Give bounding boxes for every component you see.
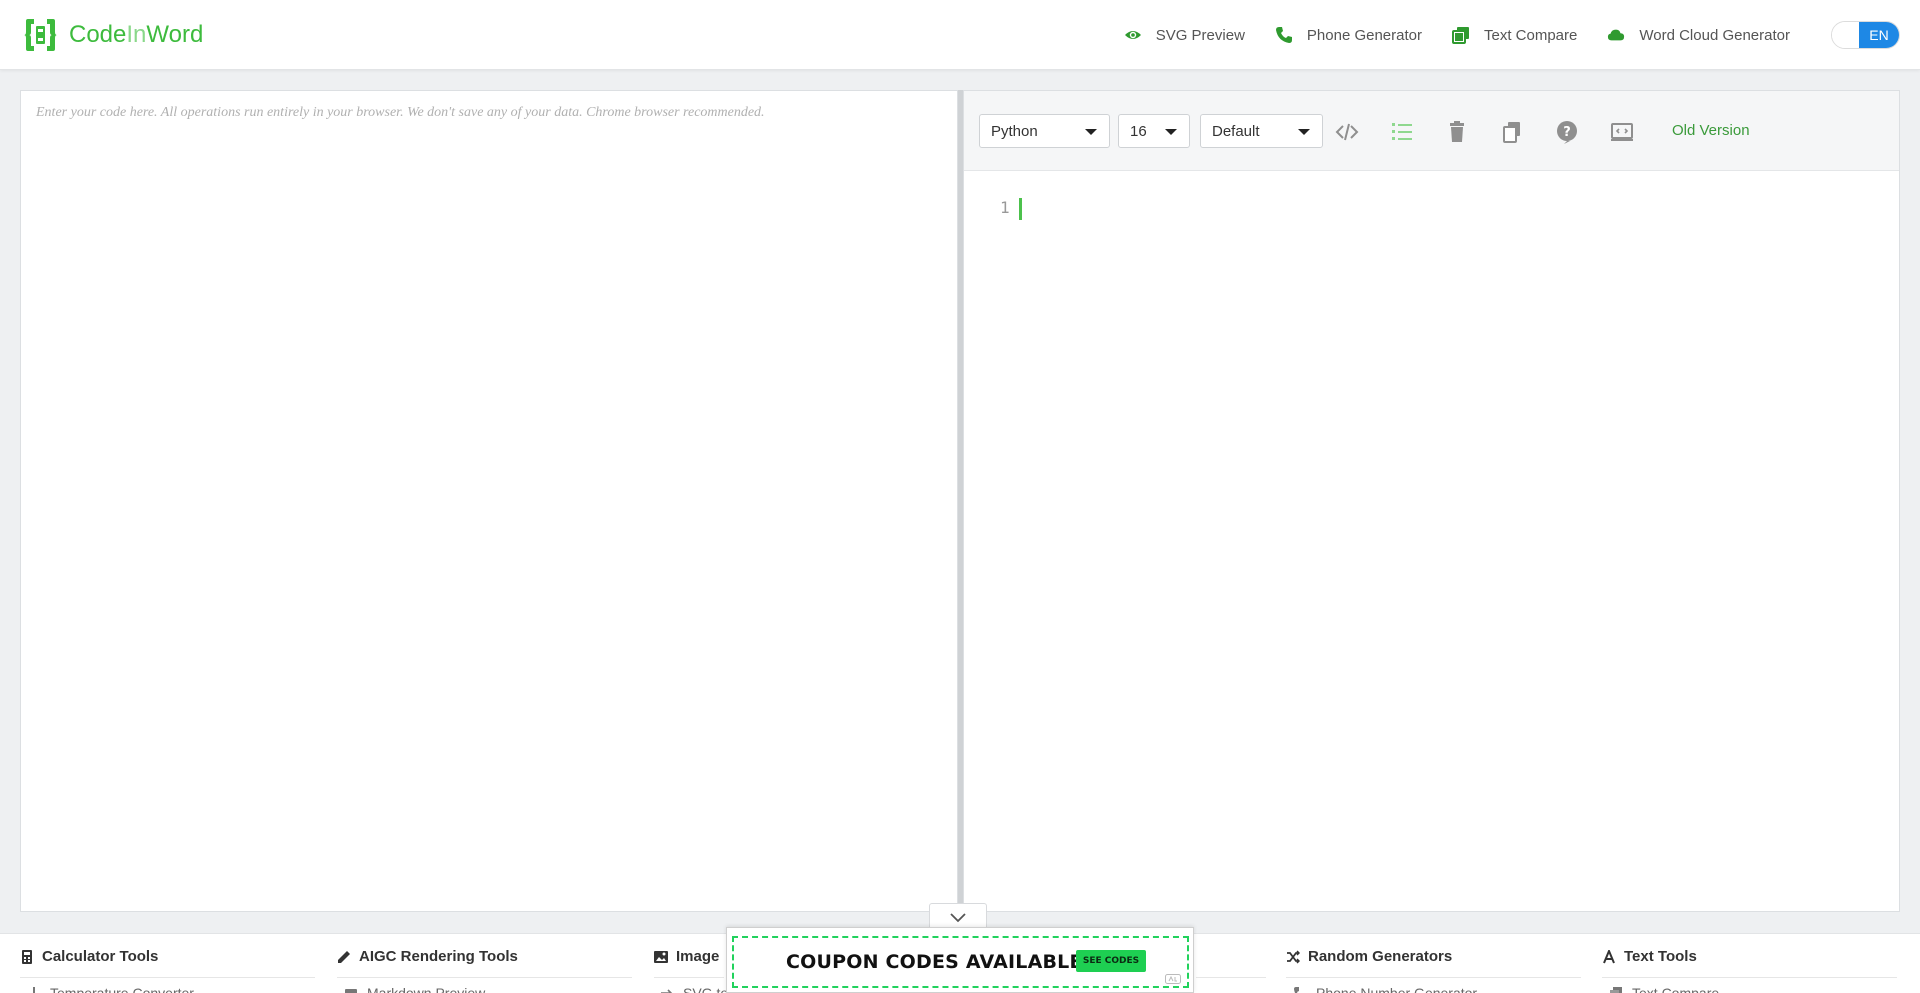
- category-random-generators[interactable]: Random Generators: [1286, 948, 1581, 978]
- chevron-down-icon: [950, 912, 966, 922]
- font-size-value: 16: [1130, 122, 1147, 140]
- text-cursor: [1019, 198, 1022, 220]
- category-link-label: Phone Number Generator: [1316, 985, 1478, 993]
- phone-icon: [1275, 27, 1292, 43]
- nav-label: Word Cloud Generator: [1639, 26, 1790, 44]
- input-placeholder: Enter your code here. All operations run…: [36, 105, 765, 120]
- category-calculator-tools[interactable]: Calculator Tools: [20, 948, 315, 978]
- category-hidden-divider: [1196, 948, 1266, 978]
- language-select-value: Python: [991, 122, 1038, 140]
- ad-dashed-frame: COUPON CODES AVAILABLE SEE CODES: [732, 936, 1189, 988]
- eye-icon: [1124, 31, 1141, 39]
- font-icon: [1603, 950, 1615, 964]
- copy-icon[interactable]: [1500, 120, 1524, 144]
- category-link-label: SVG to: [683, 985, 729, 993]
- theme-select[interactable]: Default: [1200, 114, 1323, 148]
- nav-text-compare[interactable]: Text Compare: [1451, 26, 1578, 44]
- category-title: AIGC Rendering Tools: [359, 948, 518, 965]
- category-link-label: Temperature Converter: [50, 985, 194, 993]
- category-link[interactable]: Phone Number Generator: [1294, 985, 1477, 993]
- nav-label: SVG Preview: [1155, 26, 1245, 44]
- preview-toolbar: Python 16 Default ? Old Version: [964, 91, 1899, 171]
- category-link[interactable]: Text Compare: [1610, 985, 1719, 993]
- chevron-down-icon: [1298, 129, 1310, 135]
- nav-phone-generator[interactable]: Phone Generator: [1275, 26, 1422, 44]
- language-select[interactable]: Python: [979, 114, 1110, 148]
- chevron-down-icon: [1165, 129, 1177, 135]
- nav-label: Text Compare: [1483, 26, 1578, 44]
- ad-choices-icon[interactable]: [1165, 974, 1181, 984]
- category-image[interactable]: Image: [654, 948, 724, 978]
- shuffle-icon: [1287, 950, 1300, 964]
- category-link-label: Text Compare: [1632, 985, 1720, 993]
- code-icon[interactable]: [1335, 120, 1359, 144]
- theme-select-value: Default: [1212, 122, 1260, 140]
- arrow-right-icon: [661, 989, 673, 993]
- svg-text:?: ?: [1563, 125, 1571, 140]
- calculator-icon: [22, 950, 32, 964]
- copy-icon: [1610, 987, 1622, 993]
- cloud-icon: [1608, 29, 1625, 41]
- ad-banner[interactable]: COUPON CODES AVAILABLE SEE CODES: [726, 927, 1194, 993]
- markdown-icon: [345, 989, 357, 993]
- nav-label: Phone Generator: [1306, 26, 1422, 44]
- see-codes-button[interactable]: SEE CODES: [1076, 950, 1146, 972]
- pencil-icon: [338, 951, 350, 963]
- image-icon: [654, 951, 668, 963]
- site-logo[interactable]: CodeInWord: [24, 17, 203, 53]
- category-aigc-rendering-tools[interactable]: AIGC Rendering Tools: [337, 948, 632, 978]
- old-version-link[interactable]: Old Version: [1672, 122, 1750, 139]
- code-input-panel[interactable]: Enter your code here. All operations run…: [20, 90, 958, 912]
- ad-text: COUPON CODES AVAILABLE: [786, 951, 1083, 973]
- screenshot-icon[interactable]: [1610, 120, 1634, 144]
- language-switch[interactable]: EN: [1831, 21, 1900, 49]
- help-icon[interactable]: ?: [1555, 120, 1579, 144]
- thermometer-icon: [33, 987, 35, 993]
- line-numbers-icon[interactable]: [1390, 120, 1414, 144]
- phone-icon: [1294, 987, 1299, 993]
- logo-icon: [24, 19, 57, 51]
- code-preview-panel: Python 16 Default ? Old Version 1: [963, 90, 1900, 912]
- category-title: Image: [676, 948, 720, 965]
- nav-word-cloud[interactable]: Word Cloud Generator: [1607, 26, 1790, 44]
- trash-icon[interactable]: [1445, 120, 1469, 144]
- category-link-label: Markdown Preview: [367, 985, 486, 993]
- category-text-tools[interactable]: Text Tools: [1602, 948, 1897, 978]
- category-link[interactable]: Markdown Preview: [345, 985, 485, 993]
- top-header: CodeInWord SVG Preview Phone Generator T…: [0, 0, 1920, 70]
- category-title: Random Generators: [1308, 948, 1453, 965]
- lang-option-en[interactable]: EN: [1859, 22, 1899, 48]
- logo-text: CodeInWord: [69, 21, 204, 48]
- nav-svg-preview[interactable]: SVG Preview: [1124, 26, 1245, 44]
- category-link[interactable]: SVG to: [661, 985, 728, 993]
- category-link[interactable]: Temperature Converter: [28, 985, 194, 993]
- font-size-select[interactable]: 16: [1118, 114, 1190, 148]
- code-editor[interactable]: 1: [964, 172, 1899, 912]
- chevron-down-icon: [1085, 129, 1097, 135]
- top-nav: SVG Preview Phone Generator Text Compare…: [1094, 0, 1790, 70]
- category-title: Text Tools: [1624, 948, 1697, 965]
- line-number: 1: [1000, 198, 1010, 217]
- copy-icon: [1451, 27, 1469, 44]
- category-title: Calculator Tools: [42, 948, 159, 965]
- lang-option-other[interactable]: [1832, 22, 1859, 48]
